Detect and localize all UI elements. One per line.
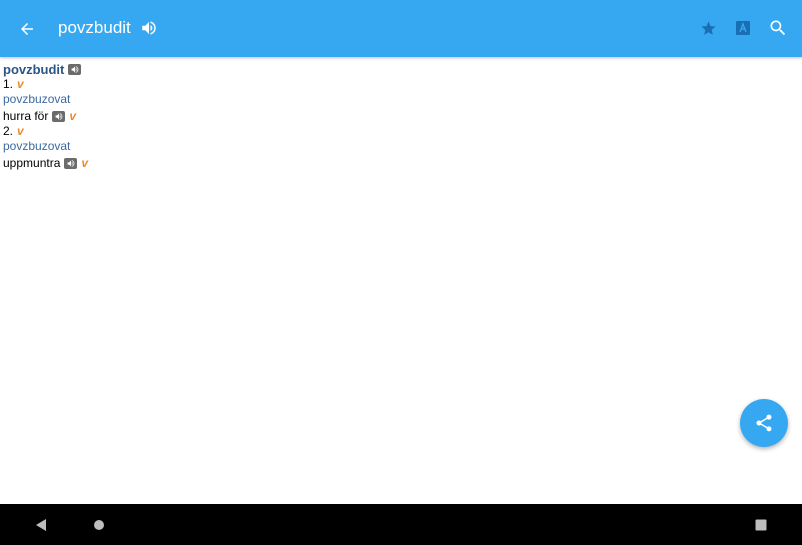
translation-speaker-button[interactable] [52, 111, 66, 122]
nav-back-button[interactable] [32, 516, 50, 534]
font-size-button[interactable] [731, 16, 755, 40]
system-nav-bar [0, 504, 802, 545]
nav-recents-icon [755, 519, 767, 531]
translation-row: hurra för v [3, 109, 793, 124]
page-title: povzbudit [58, 18, 131, 37]
star-icon [700, 20, 716, 35]
source-row: povzbuzovat [3, 92, 793, 107]
search-icon [770, 20, 786, 36]
app-root: povzbudit povzbudit 1. v povzbuzovat hur… [0, 0, 802, 545]
nav-home-icon [94, 520, 104, 530]
headword-speaker-button[interactable] [68, 64, 82, 75]
headword: povzbudit [3, 62, 65, 77]
favorite-button[interactable] [696, 16, 720, 40]
entry-content: povzbudit 1. v povzbuzovat hurra för v 2… [3, 61, 793, 171]
font-size-icon [736, 21, 750, 35]
search-button[interactable] [766, 16, 790, 40]
sense-number: 1. [3, 77, 14, 91]
headword-row: povzbudit [3, 61, 793, 78]
nav-back-icon [36, 519, 46, 531]
translation-row: uppmuntra v [3, 156, 793, 171]
share-button[interactable] [740, 399, 788, 447]
speaker-icon [71, 66, 79, 73]
source-row: povzbuzovat [3, 139, 793, 154]
nav-recents-button[interactable] [752, 516, 770, 534]
speaker-icon [55, 113, 63, 120]
speaker-icon [142, 21, 156, 35]
back-button[interactable] [14, 16, 40, 42]
part-of-speech: v [69, 109, 77, 123]
arrow-back-icon [21, 23, 33, 35]
app-bar: povzbudit [0, 0, 802, 57]
nav-home-button[interactable] [90, 516, 108, 534]
part-of-speech: v [17, 124, 24, 138]
share-icon [756, 414, 772, 432]
part-of-speech: v [17, 77, 24, 91]
sense-number-row: 1. v [3, 77, 793, 92]
translation-text: hurra för [3, 109, 49, 123]
translation-speaker-button[interactable] [64, 158, 78, 169]
sense-number: 2. [3, 124, 14, 138]
source-word: povzbuzovat [3, 139, 71, 153]
source-word: povzbuzovat [3, 92, 71, 106]
part-of-speech: v [81, 156, 89, 170]
translation-text: uppmuntra [3, 156, 61, 170]
speaker-icon [67, 160, 75, 167]
sense-number-row: 2. v [3, 124, 793, 139]
pronounce-button[interactable] [139, 18, 159, 38]
